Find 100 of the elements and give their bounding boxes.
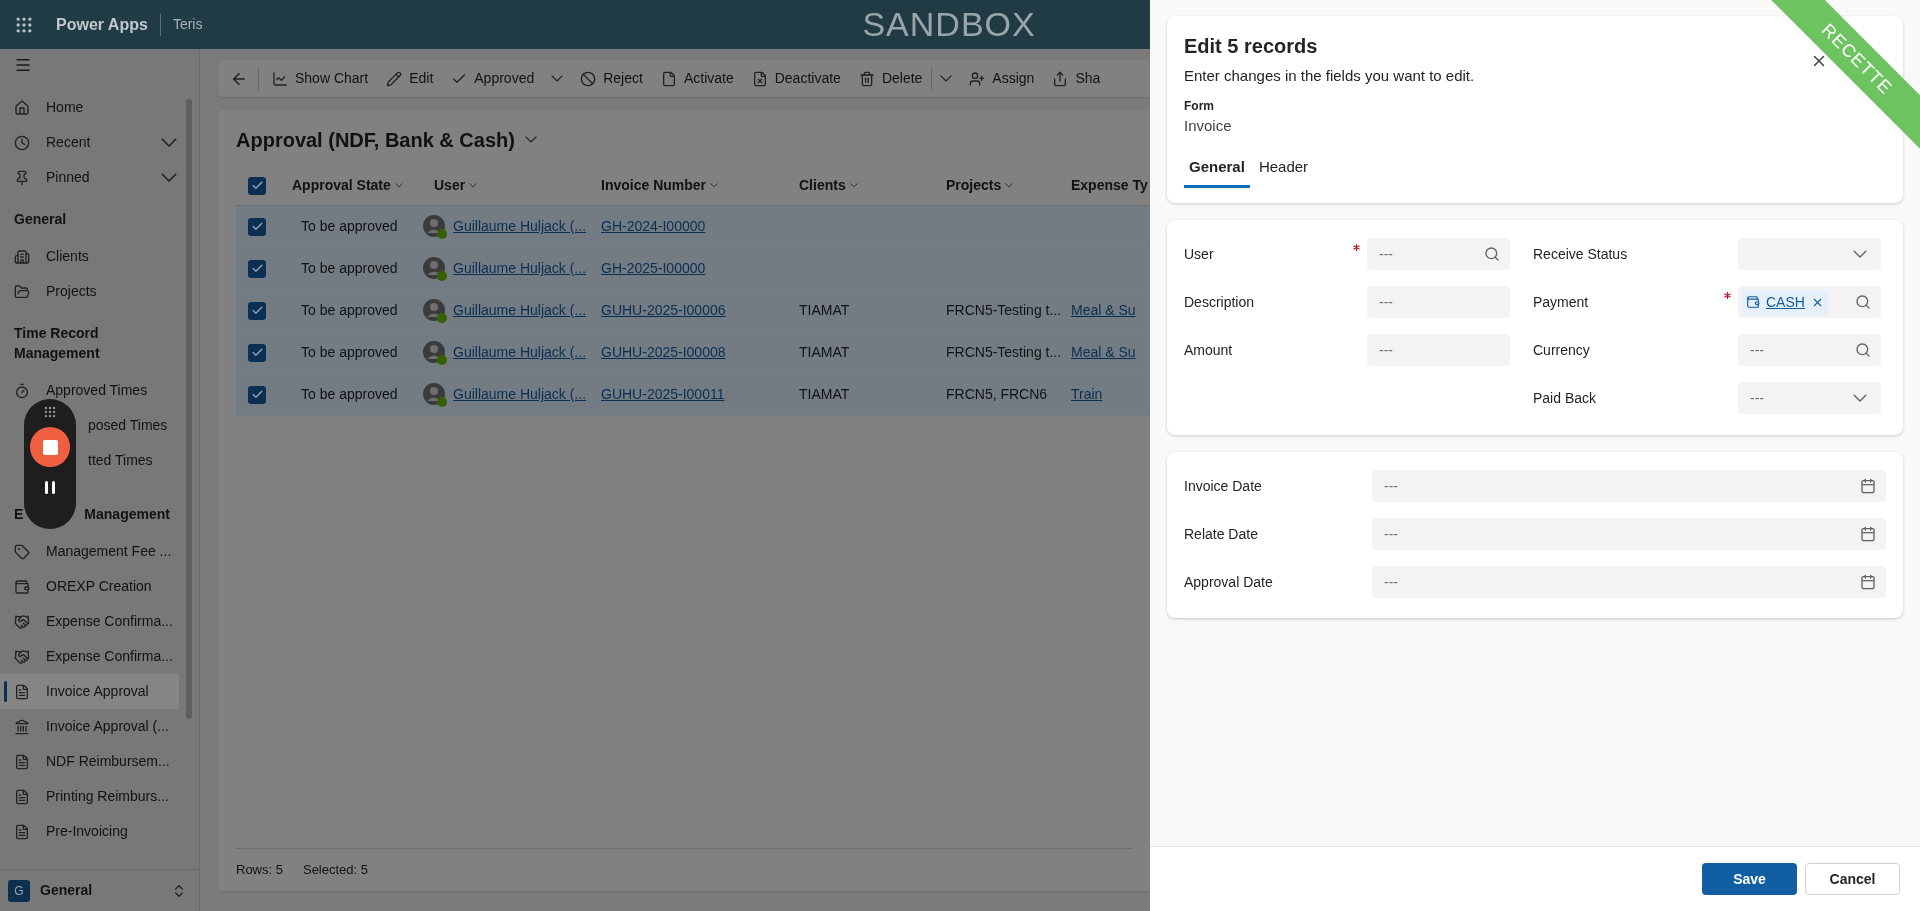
field-placeholder: ---	[1750, 388, 1764, 408]
tab[interactable]: General	[1184, 154, 1250, 188]
table-cell-text: To be approved	[300, 217, 398, 236]
expense-link[interactable]: Train	[1071, 386, 1103, 402]
grid-row[interactable]: To be approved Guillaume Huljack (... GUHU-2025-I00008 TIAMAT FRCN5-Testing t... Meal & Su	[236, 332, 1150, 374]
tab[interactable]: Header	[1253, 154, 1314, 188]
tag-link[interactable]: CASH	[1766, 291, 1805, 313]
table-cell: FRCN5, FRCN6	[946, 386, 1048, 402]
nav-item[interactable]: Expense Confirma...	[0, 604, 199, 639]
toolbar-button[interactable]: Reject	[571, 68, 652, 89]
toolbar-button[interactable]: Assign	[960, 68, 1044, 89]
table-cell-text: To be approved	[300, 301, 398, 320]
nav-item[interactable]: Approved Times	[0, 373, 199, 408]
grid-row[interactable]: To be approved Guillaume Huljack (... GH-2025-I00000	[236, 248, 1150, 290]
table-cell: TIAMAT	[799, 302, 850, 318]
nav-item[interactable]: Clients	[0, 239, 199, 274]
input-field[interactable]: ---	[1372, 518, 1886, 550]
column-header[interactable]: Expense Ty	[1071, 175, 1150, 196]
invoice-link[interactable]: GUHU-2025-I00008	[601, 344, 726, 360]
invoice-link[interactable]: GH-2024-I00000	[601, 218, 706, 234]
field-placeholder: ---	[1384, 572, 1398, 592]
nav-item[interactable]: Invoice Approval (...	[0, 709, 199, 744]
view-title[interactable]: Approval (NDF, Bank & Cash)	[236, 124, 515, 155]
column-header[interactable]: User	[434, 175, 601, 196]
nav-item[interactable]: posed Times	[0, 408, 199, 443]
input-field[interactable]: ---	[1372, 470, 1886, 502]
input-field[interactable]: ---	[1367, 334, 1510, 366]
input-field[interactable]: ---	[1738, 334, 1881, 366]
grid-row[interactable]: To be approved Guillaume Huljack (... GUHU-2025-I00011 TIAMAT FRCN5, FRCN6 Train	[236, 374, 1150, 416]
form-label: Form	[1184, 97, 1215, 115]
user-link[interactable]: Guillaume Huljack (...	[453, 216, 587, 237]
app-name[interactable]: Power Apps	[56, 12, 148, 37]
input-field[interactable]: CASH	[1738, 286, 1881, 318]
nav-item[interactable]: Pinned	[0, 160, 199, 195]
field-label: Receive Status	[1533, 245, 1628, 264]
column-header[interactable]: Projects	[946, 175, 1071, 196]
user-link[interactable]: Guillaume Huljack (...	[453, 300, 587, 321]
user-link[interactable]: Guillaume Huljack (...	[453, 384, 587, 405]
table-cell: FRCN5-Testing t...	[946, 302, 1062, 318]
field-label: Relate Date	[1184, 525, 1258, 544]
field-label: Invoice Date	[1184, 477, 1262, 496]
group-heading: E	[14, 505, 24, 524]
nav-item[interactable]: Printing Reimburs...	[0, 779, 199, 814]
nav-item[interactable]: Expense Confirma...	[0, 639, 199, 674]
group-heading: General	[14, 210, 68, 229]
toolbar-button[interactable]: Show Chart	[263, 68, 378, 89]
field-label: User	[1184, 245, 1214, 264]
expense-link[interactable]: Meal & Su	[1071, 344, 1136, 360]
field-label: Payment	[1533, 293, 1589, 312]
input-field[interactable]: ---	[1367, 238, 1510, 270]
field-label: Paid Back	[1533, 389, 1597, 408]
expense-link[interactable]: Meal & Su	[1071, 302, 1136, 318]
table-cell: TIAMAT	[799, 344, 850, 360]
toolbar-button[interactable]: Edit	[377, 68, 443, 89]
table-cell-text: To be approved	[300, 343, 398, 362]
nav-item[interactable]: OREXP Creation	[0, 569, 199, 604]
field-placeholder: ---	[1379, 244, 1393, 264]
user-link[interactable]: Guillaume Huljack (...	[453, 342, 587, 363]
column-header[interactable]: Clients	[799, 175, 946, 196]
invoice-link[interactable]: GH-2025-I00000	[601, 260, 706, 276]
grid-row[interactable]: To be approved Guillaume Huljack (... GH-2024-I00000	[236, 206, 1150, 248]
nav-item[interactable]: Pre-Invoicing	[0, 814, 199, 849]
input-field[interactable]: ---	[1367, 286, 1510, 318]
field-placeholder: ---	[1379, 292, 1393, 312]
field-placeholder: ---	[1379, 340, 1393, 360]
form-name: Invoice	[1184, 115, 1233, 136]
area-switcher[interactable]: G General	[0, 869, 199, 911]
field-label: Description	[1184, 293, 1255, 312]
input-field[interactable]: ---	[1372, 566, 1886, 598]
toolbar-button[interactable]: Deactivate	[742, 68, 850, 89]
toolbar-button[interactable]: Activate	[651, 68, 743, 89]
nav-item[interactable]: Recent	[0, 125, 199, 160]
column-header[interactable]: Approval State	[292, 175, 434, 196]
invoice-link[interactable]: GUHU-2025-I00011	[601, 386, 725, 402]
input-field[interactable]: ---	[1738, 382, 1881, 414]
area-initial: G	[8, 879, 30, 902]
toolbar-button[interactable]: Delete	[849, 68, 932, 89]
group-heading: Time Record Management	[14, 324, 101, 363]
invoice-link[interactable]: GUHU-2025-I00006	[601, 302, 726, 318]
row-count: Rows: 5	[236, 861, 283, 880]
cancel-button[interactable]: Cancel	[1805, 863, 1900, 895]
cash-tag[interactable]: CASH	[1742, 289, 1828, 315]
nav-item[interactable]: tted Times	[0, 443, 199, 478]
field-label: Approval Date	[1184, 573, 1273, 592]
table-cell-text: To be approved	[300, 385, 398, 404]
toolbar-button[interactable]: Approved	[442, 68, 544, 89]
nav-item[interactable]: Projects	[0, 274, 199, 309]
selected-count: Selected: 5	[302, 861, 368, 880]
nav-item[interactable]: NDF Reimbursem...	[0, 744, 199, 779]
toolbar-button[interactable]: Sha	[1043, 68, 1110, 89]
nav-item[interactable]: Home	[0, 90, 199, 125]
save-button[interactable]: Save	[1702, 863, 1797, 895]
nav-item[interactable]: Invoice Approval	[0, 674, 179, 709]
group-heading: Management	[84, 505, 171, 524]
nav-item[interactable]: Management Fee ...	[0, 534, 199, 569]
column-header[interactable]: Invoice Number	[601, 175, 799, 196]
user-link[interactable]: Guillaume Huljack (...	[453, 258, 587, 279]
field-placeholder: ---	[1384, 476, 1398, 496]
table-cell: FRCN5-Testing t...	[946, 344, 1062, 360]
grid-row[interactable]: To be approved Guillaume Huljack (... GUHU-2025-I00006 TIAMAT FRCN5-Testing t... Meal & Su	[236, 290, 1150, 332]
